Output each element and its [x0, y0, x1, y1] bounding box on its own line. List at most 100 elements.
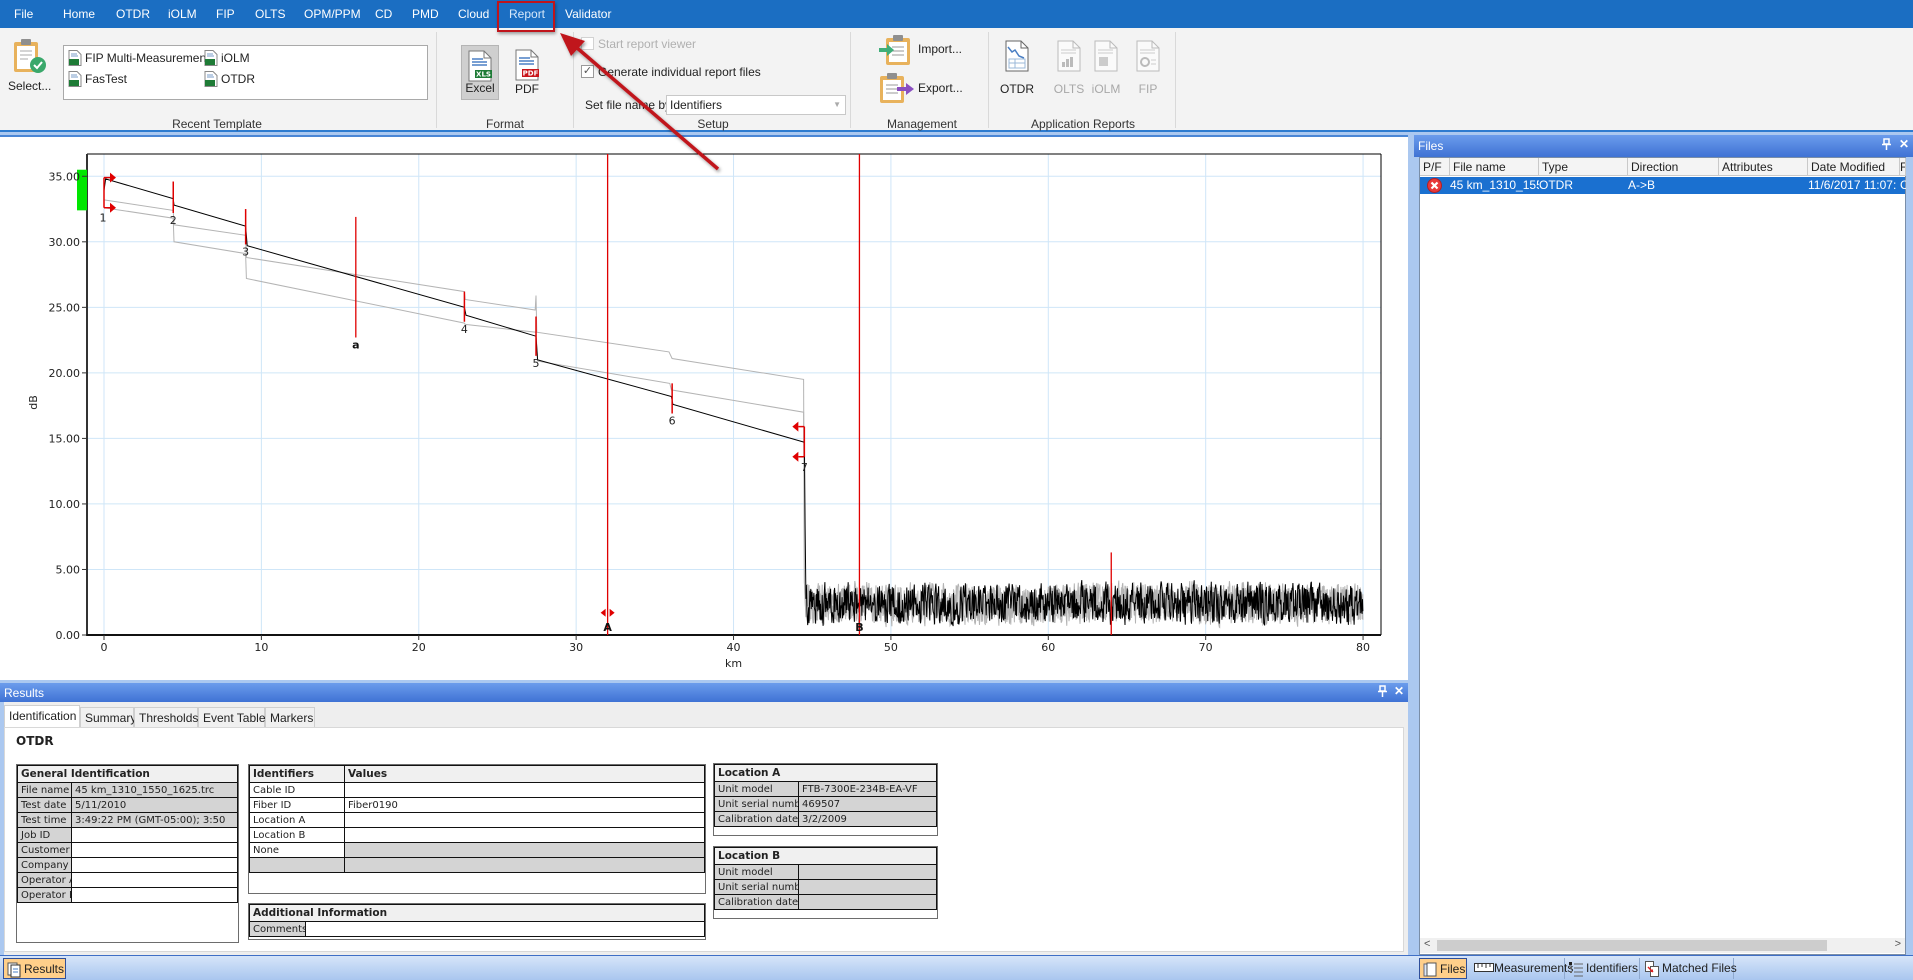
bottom-tab-matched-files[interactable]: Matched Files [1642, 958, 1737, 979]
app-report-fip-button[interactable]: FIP [1128, 36, 1168, 100]
row-value[interactable] [71, 827, 238, 843]
row-value[interactable] [71, 842, 238, 858]
bottom-tab-identifiers[interactable]: Identifiers [1566, 958, 1640, 979]
event-label: 7 [801, 461, 808, 474]
x-tick-label: 20 [412, 641, 426, 654]
column-header-pf[interactable]: P/F [1420, 158, 1450, 176]
row-value[interactable] [344, 812, 705, 828]
table-row: Calibration date 3/2/2009 [714, 811, 937, 827]
info-table: Location BUnit modelUnit serial numberCa… [714, 847, 937, 910]
row-value: 3/2/2009 [798, 811, 937, 827]
scrollbar-thumb[interactable] [1437, 940, 1827, 951]
row-value[interactable]: Fiber0190 [344, 797, 705, 813]
recent-template-list: FIP Multi-Measurements FasTest iOLM OTDR [63, 45, 428, 100]
column-header-date-modified[interactable]: Date Modified [1808, 158, 1900, 176]
scroll-left-icon[interactable]: < [1424, 938, 1430, 950]
table-title: Location A [714, 764, 937, 782]
import-button[interactable]: Import... [878, 34, 978, 66]
column-header-attributes[interactable]: Attributes [1719, 158, 1808, 176]
table-header-row: Location B [714, 847, 937, 865]
row-value[interactable] [344, 827, 705, 843]
row-value[interactable] [71, 887, 238, 903]
column-header-f[interactable]: F [1900, 158, 1906, 176]
event-label: 5 [533, 357, 540, 370]
files-icon [1423, 962, 1437, 977]
table-row: Comments [249, 921, 705, 937]
app-report-olts-button[interactable]: OLTS [1049, 36, 1089, 100]
pin-icon[interactable] [1378, 685, 1387, 700]
event-arrow [109, 202, 116, 213]
menu-home[interactable]: Home [63, 7, 95, 21]
table-row: Unit model [714, 864, 937, 880]
event-marker-2: 2 [170, 181, 177, 227]
column-header-file-name[interactable]: File name [1450, 158, 1539, 176]
tab-event-table[interactable]: Event Table [198, 707, 266, 727]
row-label: Unit model [714, 781, 799, 797]
template-item-otdr[interactable]: OTDR [204, 71, 255, 87]
generate-individual-files-checkbox[interactable]: ✓ [581, 65, 594, 78]
app-report-otdr-button[interactable]: OTDR [997, 36, 1037, 100]
row-value[interactable] [344, 782, 705, 798]
bottom-tab-files[interactable]: Files [1419, 958, 1467, 979]
row-value[interactable] [71, 857, 238, 873]
template-item-fip-multi[interactable]: FIP Multi-Measurements [68, 50, 215, 66]
bottom-tab-results[interactable]: Results [3, 958, 66, 979]
table-row: Operator B [17, 887, 238, 903]
clipboard-check-icon [14, 39, 46, 73]
file-row[interactable]: 45 km_1310_1550 OTDR A->B 11/6/2017 11:0… [1420, 177, 1906, 194]
table-row: None [249, 842, 705, 858]
export-button[interactable]: Export... [878, 72, 978, 104]
table-title: General Identification [17, 765, 238, 783]
menu-otdr[interactable]: OTDR [116, 7, 150, 21]
otdr-trace-panel: 0.00 5.00 10.00 15.00 20.00 25.00 30.00 35.00 0 1… [0, 135, 1408, 680]
close-icon[interactable]: ✕ [1394, 684, 1404, 698]
template-item-iolm[interactable]: iOLM [204, 50, 250, 66]
row-label: Test time [17, 812, 72, 828]
menu-cd[interactable]: CD [375, 7, 392, 21]
file-name-by-dropdown[interactable]: Identifiers ▼ [666, 95, 846, 115]
group-label-setup: Setup [697, 117, 729, 131]
menu-cloud[interactable]: Cloud [458, 7, 489, 21]
select-template-button[interactable]: Select... [8, 37, 52, 103]
row-label: Operator B [17, 887, 72, 903]
iolm-report-icon [1094, 40, 1118, 72]
group-label-recent-template: Recent Template [172, 117, 262, 131]
close-icon[interactable]: ✕ [1899, 137, 1909, 151]
column-header-type[interactable]: Type [1539, 158, 1628, 176]
menu-olts[interactable]: OLTS [255, 7, 285, 21]
column-header-direction[interactable]: Direction [1628, 158, 1719, 176]
table-row: Test time 3:49:22 PM (GMT-05:00); 3:50 [17, 812, 238, 828]
x-tick-label: 80 [1356, 641, 1370, 654]
start-report-viewer-checkbox[interactable] [581, 37, 594, 50]
tab-summary[interactable]: Summary [80, 707, 136, 727]
horizontal-scrollbar[interactable]: < > [1420, 938, 1905, 953]
location-a-table: Location A Unit model FTB-7300E-234B-EA-VF… [713, 763, 938, 836]
template-item-fastest[interactable]: FasTest [68, 71, 127, 87]
olts-report-icon [1057, 40, 1081, 72]
bottom-tab-measurements[interactable]: Measurements [1470, 958, 1573, 979]
xls-file-icon [68, 50, 82, 66]
tab-thresholds[interactable]: Thresholds [134, 707, 198, 727]
row-label: Location A [249, 812, 345, 828]
files-panel-title: Files [1418, 139, 1444, 153]
info-table: Identifiers Values Cable ID Fiber ID Fiber01… [249, 765, 705, 873]
app-report-iolm-button[interactable]: iOLM [1086, 36, 1126, 100]
tab-markers[interactable]: Markers [265, 707, 315, 727]
menu-opm-ppm[interactable]: OPM/PPM [304, 7, 361, 21]
pdf-label: PDF [515, 82, 539, 96]
row-value[interactable] [71, 872, 238, 888]
menu-iolm[interactable]: iOLM [168, 7, 197, 21]
menu-pmd[interactable]: PMD [412, 7, 439, 21]
otdr-report-icon [1005, 40, 1029, 72]
row-value[interactable] [305, 921, 705, 937]
pin-icon[interactable] [1882, 138, 1891, 153]
app-report-label: iOLM [1091, 82, 1121, 96]
scroll-right-icon[interactable]: > [1895, 938, 1901, 950]
otdr-trace-chart[interactable]: 0.00 5.00 10.00 15.00 20.00 25.00 30.00 35.00 0 1… [0, 139, 1408, 682]
menu-fip[interactable]: FIP [216, 7, 235, 21]
menu-validator[interactable]: Validator [565, 7, 611, 21]
format-pdf-button[interactable]: PDF PDF [508, 45, 546, 100]
menu-file[interactable]: File [14, 7, 33, 21]
tab-identification[interactable]: Identification [4, 705, 80, 728]
format-excel-button[interactable]: XLS Excel [461, 45, 499, 100]
